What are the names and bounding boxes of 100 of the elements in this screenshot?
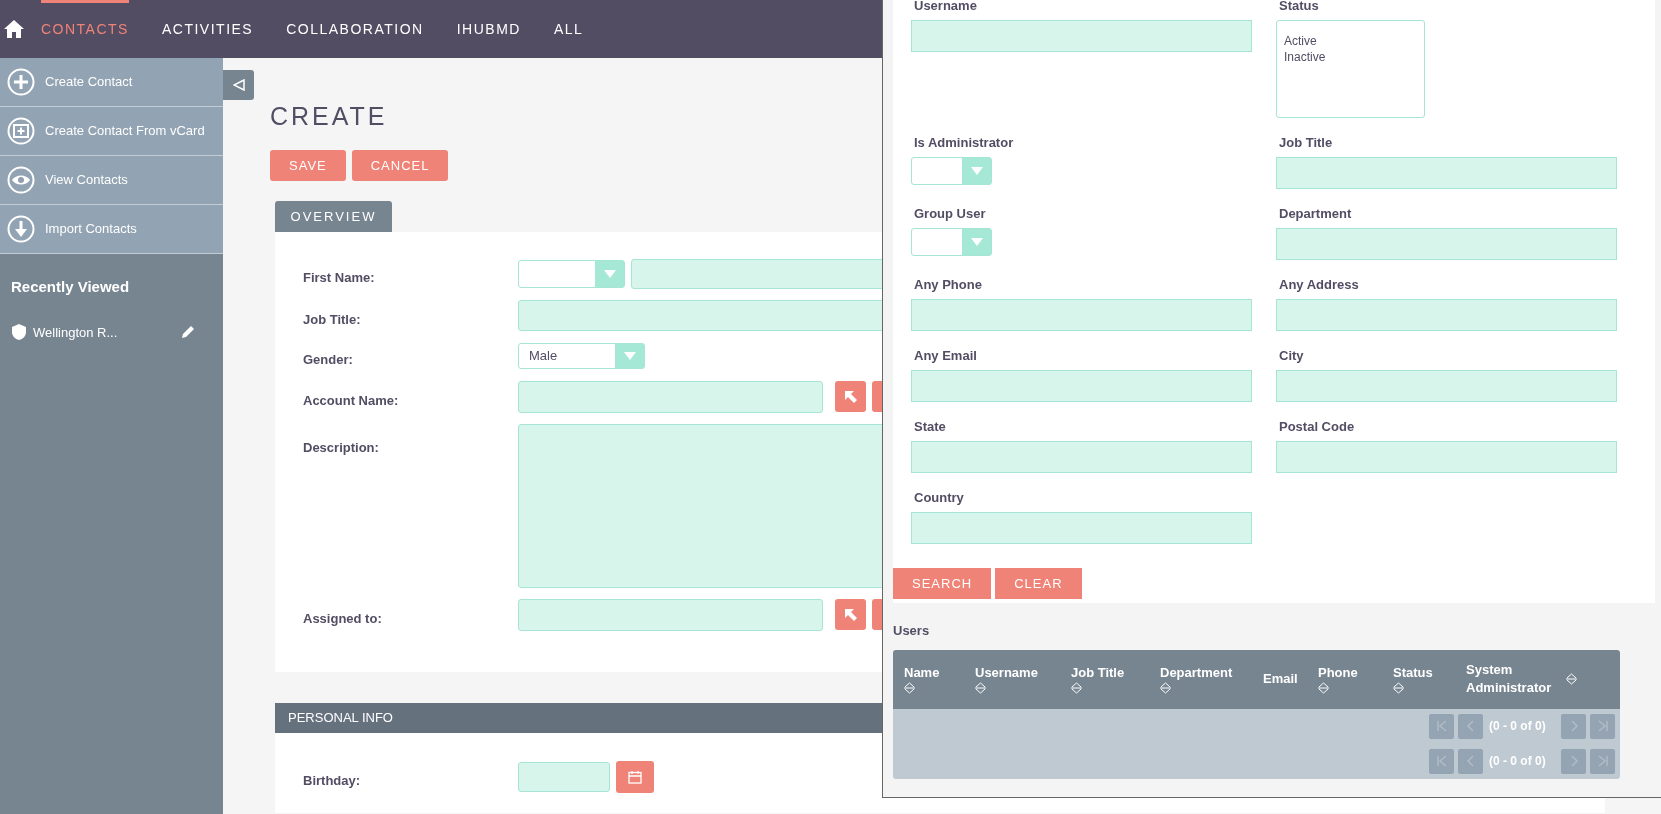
column-header[interactable]: Username xyxy=(975,664,1038,694)
action-button[interactable]: SAVE xyxy=(270,150,346,181)
eye-icon xyxy=(7,166,35,194)
table-title: Users xyxy=(893,622,931,640)
caret-icon xyxy=(970,238,983,246)
recent-item-link[interactable]: Wellington R... xyxy=(33,322,181,342)
input-field[interactable] xyxy=(1276,299,1617,331)
input-field[interactable] xyxy=(1276,370,1617,402)
field-label: Group User xyxy=(914,205,986,222)
action-button[interactable]: SEARCH xyxy=(893,568,992,599)
pagination-button[interactable] xyxy=(1429,713,1454,739)
action-button[interactable]: CLEAR xyxy=(995,568,1082,599)
field-label: Username xyxy=(914,0,977,14)
field-label: State xyxy=(914,418,946,435)
field-label: Any Address xyxy=(1279,276,1359,293)
calendar-icon xyxy=(628,769,642,784)
triangle-left-icon xyxy=(232,79,245,91)
select-button[interactable] xyxy=(835,599,866,630)
column-header[interactable]: Department xyxy=(1160,664,1233,694)
dropdown[interactable]: Male xyxy=(518,342,645,369)
nav-tab[interactable]: COLLABORATION xyxy=(286,0,424,58)
field-label: Account Name: xyxy=(302,391,400,410)
pagination-button[interactable] xyxy=(1590,748,1615,774)
sidebar-action[interactable]: Create Contact From vCard xyxy=(0,107,223,156)
input-field[interactable] xyxy=(911,299,1252,331)
field-label: Is Administrator xyxy=(914,134,1014,151)
input-field[interactable] xyxy=(518,380,823,413)
field-label: Department xyxy=(1279,205,1352,222)
pagination-button[interactable] xyxy=(1561,713,1586,739)
pagination-button[interactable] xyxy=(1561,748,1586,774)
calendar-button[interactable] xyxy=(616,760,654,793)
field-label: Any Phone xyxy=(914,276,982,293)
field-label: City xyxy=(1279,347,1304,364)
sidebar-action[interactable]: View Contacts xyxy=(0,156,223,205)
column-header[interactable]: Name xyxy=(904,664,940,694)
shield-icon xyxy=(11,323,27,342)
page-count: (0 - 0 of 0) xyxy=(1488,753,1547,770)
field-label: Birthday: xyxy=(302,771,362,790)
column-header[interactable]: Phone xyxy=(1318,664,1358,694)
caret-icon xyxy=(623,351,636,360)
caret-icon xyxy=(970,167,983,175)
column-header[interactable]: Job Title xyxy=(1071,664,1125,694)
nav-tab[interactable]: ACTIVITIES xyxy=(161,0,254,58)
field-label: Postal Code xyxy=(1279,418,1355,435)
status-listbox[interactable]: Active Inactive xyxy=(1276,20,1425,118)
sort-icon xyxy=(1071,682,1082,694)
first-page-icon xyxy=(1434,754,1449,768)
column-header[interactable]: System Administrator xyxy=(1466,661,1577,697)
dropdown[interactable] xyxy=(911,228,992,256)
dropdown[interactable] xyxy=(518,260,625,288)
input-field[interactable] xyxy=(911,370,1252,402)
field-label: Description: xyxy=(302,438,380,457)
input-field[interactable] xyxy=(1276,441,1617,473)
sort-icon xyxy=(1566,673,1577,685)
dropdown[interactable] xyxy=(911,157,992,185)
page-title: CREATE xyxy=(270,101,389,132)
list-option[interactable]: Inactive xyxy=(1284,49,1424,65)
column-header[interactable]: Email xyxy=(1263,670,1298,688)
cursor-arrow-icon xyxy=(843,389,858,404)
sort-icon xyxy=(1393,682,1404,694)
field-label: Status xyxy=(1279,0,1319,14)
caret-icon xyxy=(603,270,616,278)
page-count: (0 - 0 of 0) xyxy=(1488,718,1547,735)
input-field[interactable] xyxy=(1276,157,1617,189)
sort-icon xyxy=(975,682,986,694)
input-field[interactable] xyxy=(518,598,823,631)
field-label: Assigned to: xyxy=(302,609,383,628)
pencil-icon xyxy=(181,325,195,340)
card-plus-icon xyxy=(7,117,35,145)
first-page-icon xyxy=(1434,719,1449,733)
action-button[interactable]: CANCEL xyxy=(351,150,449,181)
sidebar-action[interactable]: Import Contacts xyxy=(0,205,223,254)
nav-tab[interactable]: ALL xyxy=(553,0,584,58)
collapse-sidebar-button[interactable] xyxy=(223,70,254,100)
select-button[interactable] xyxy=(835,381,866,412)
input-field[interactable] xyxy=(911,441,1252,473)
input-field[interactable] xyxy=(1276,228,1617,260)
field-label: Job Title xyxy=(1279,134,1333,151)
input-field[interactable] xyxy=(518,761,610,792)
field-label: Any Email xyxy=(914,347,977,364)
pagination-button[interactable] xyxy=(1590,713,1615,739)
field-label: Gender: xyxy=(302,351,354,369)
overview-tab[interactable]: OVERVIEW xyxy=(275,201,392,232)
pagination-button[interactable] xyxy=(1429,748,1454,774)
field-label: First Name: xyxy=(302,269,376,288)
nav-tab[interactable]: IHUBMD xyxy=(456,0,521,58)
sidebar-action[interactable]: Create Contact xyxy=(0,58,223,107)
pagination-button[interactable] xyxy=(1458,748,1483,774)
input-field[interactable] xyxy=(911,512,1252,544)
field-label: Job Title: xyxy=(302,310,362,329)
column-header[interactable]: Status xyxy=(1393,664,1433,694)
list-option[interactable]: Active xyxy=(1284,33,1424,49)
input-field[interactable] xyxy=(911,20,1252,52)
sort-icon xyxy=(904,682,915,694)
pagination-button[interactable] xyxy=(1458,713,1483,739)
home-icon xyxy=(4,19,24,39)
plus-icon xyxy=(7,68,35,96)
sort-icon xyxy=(1318,682,1329,694)
sort-icon xyxy=(1160,682,1171,694)
section-heading: Recently Viewed xyxy=(10,277,131,297)
